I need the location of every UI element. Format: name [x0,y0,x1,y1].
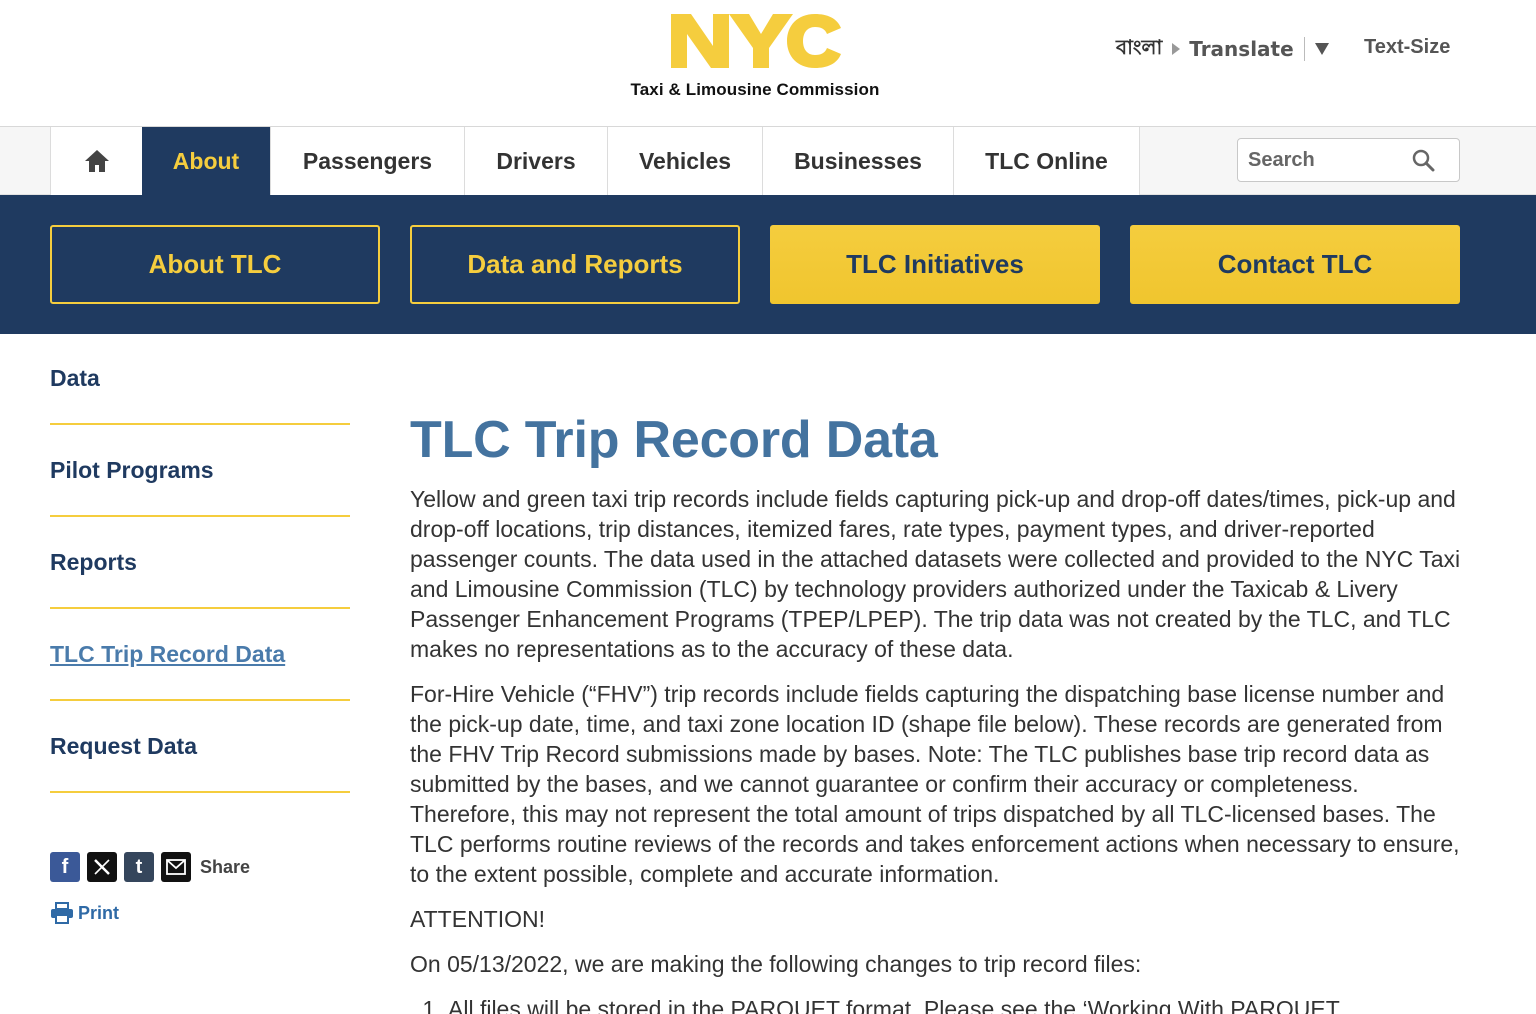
sidebar-item-label[interactable]: Data [50,365,100,392]
search-input[interactable] [1248,148,1408,172]
language-label[interactable]: বাংলা [1116,33,1162,66]
changes-list: All files will be stored in the PARQUET … [410,994,1470,1014]
sidebar-item-pilot-programs[interactable]: Pilot Programs [50,425,350,517]
intro-paragraph: Yellow and green taxi trip records inclu… [410,486,1461,662]
nav-drivers[interactable]: Drivers [464,127,607,195]
tumblr-icon[interactable]: t [124,852,154,882]
changes-intro: On 05/13/2022, we are making the followi… [410,951,1142,977]
nav-home[interactable] [50,127,142,195]
search-box [1237,138,1460,182]
x-glyph-icon [94,859,110,875]
nyc-logo[interactable]: Taxi & Limousine Commission [600,10,910,110]
main-content: TLC Trip Record Data Yellow and green ta… [410,410,1470,1014]
x-twitter-icon[interactable] [87,852,117,882]
list-item: All files will be stored in the PARQUET … [448,994,1470,1014]
divider [1303,37,1305,61]
text-size-button[interactable]: Text-Size [1364,36,1450,59]
sidebar: Data Pilot Programs Reports TLC Trip Rec… [50,334,350,793]
nav-vehicles[interactable]: Vehicles [607,127,762,195]
share-label[interactable]: Share [200,857,250,878]
data-and-reports-button[interactable]: Data and Reports [410,225,740,304]
sidebar-item-label[interactable]: Reports [50,549,137,576]
envelope-icon [166,859,186,875]
triangle-right-icon [1172,43,1181,55]
sidebar-item-reports[interactable]: Reports [50,517,350,609]
sidebar-item-request-data[interactable]: Request Data [50,701,350,793]
print-link[interactable]: Print [50,902,119,924]
dropdown-arrow-icon[interactable] [1314,43,1329,55]
about-tlc-button[interactable]: About TLC [50,225,380,304]
fhv-paragraph: For-Hire Vehicle (“FHV”) trip records in… [410,681,1460,887]
nav-tlc-online[interactable]: TLC Online [953,127,1140,195]
sidebar-item-label[interactable]: Pilot Programs [50,457,214,484]
facebook-icon[interactable]: f [50,852,80,882]
sidebar-item-trip-record-data[interactable]: TLC Trip Record Data [50,609,350,701]
translate-link[interactable]: Translate [1189,37,1293,61]
print-label[interactable]: Print [78,903,119,924]
nav-passengers[interactable]: Passengers [270,127,464,195]
printer-icon [51,902,73,924]
page-title: TLC Trip Record Data [410,411,938,469]
logo-subtitle: Taxi & Limousine Commission [630,80,880,99]
attention-heading: ATTENTION! [410,906,546,932]
sidebar-item-data[interactable]: Data [50,334,350,425]
sidebar-item-label[interactable]: Request Data [50,733,197,760]
nav-about[interactable]: About [142,127,270,195]
search-icon[interactable] [1411,148,1435,172]
home-icon [84,150,109,172]
tlc-initiatives-button[interactable]: TLC Initiatives [770,225,1100,304]
site-header: Taxi & Limousine Commission বাংলা Transl… [0,0,1536,127]
nav-businesses[interactable]: Businesses [762,127,953,195]
contact-tlc-button[interactable]: Contact TLC [1130,225,1460,304]
main-nav: About Passengers Drivers Vehicles Busine… [0,127,1536,195]
section-subnav: About TLC Data and Reports TLC Initiativ… [0,195,1536,334]
language-selector[interactable]: বাংলা Translate [1116,34,1329,64]
sidebar-item-label[interactable]: TLC Trip Record Data [50,641,285,668]
nyc-logo-mark [671,14,841,68]
email-icon[interactable] [161,852,191,882]
share-bar: f t Share [50,852,250,882]
